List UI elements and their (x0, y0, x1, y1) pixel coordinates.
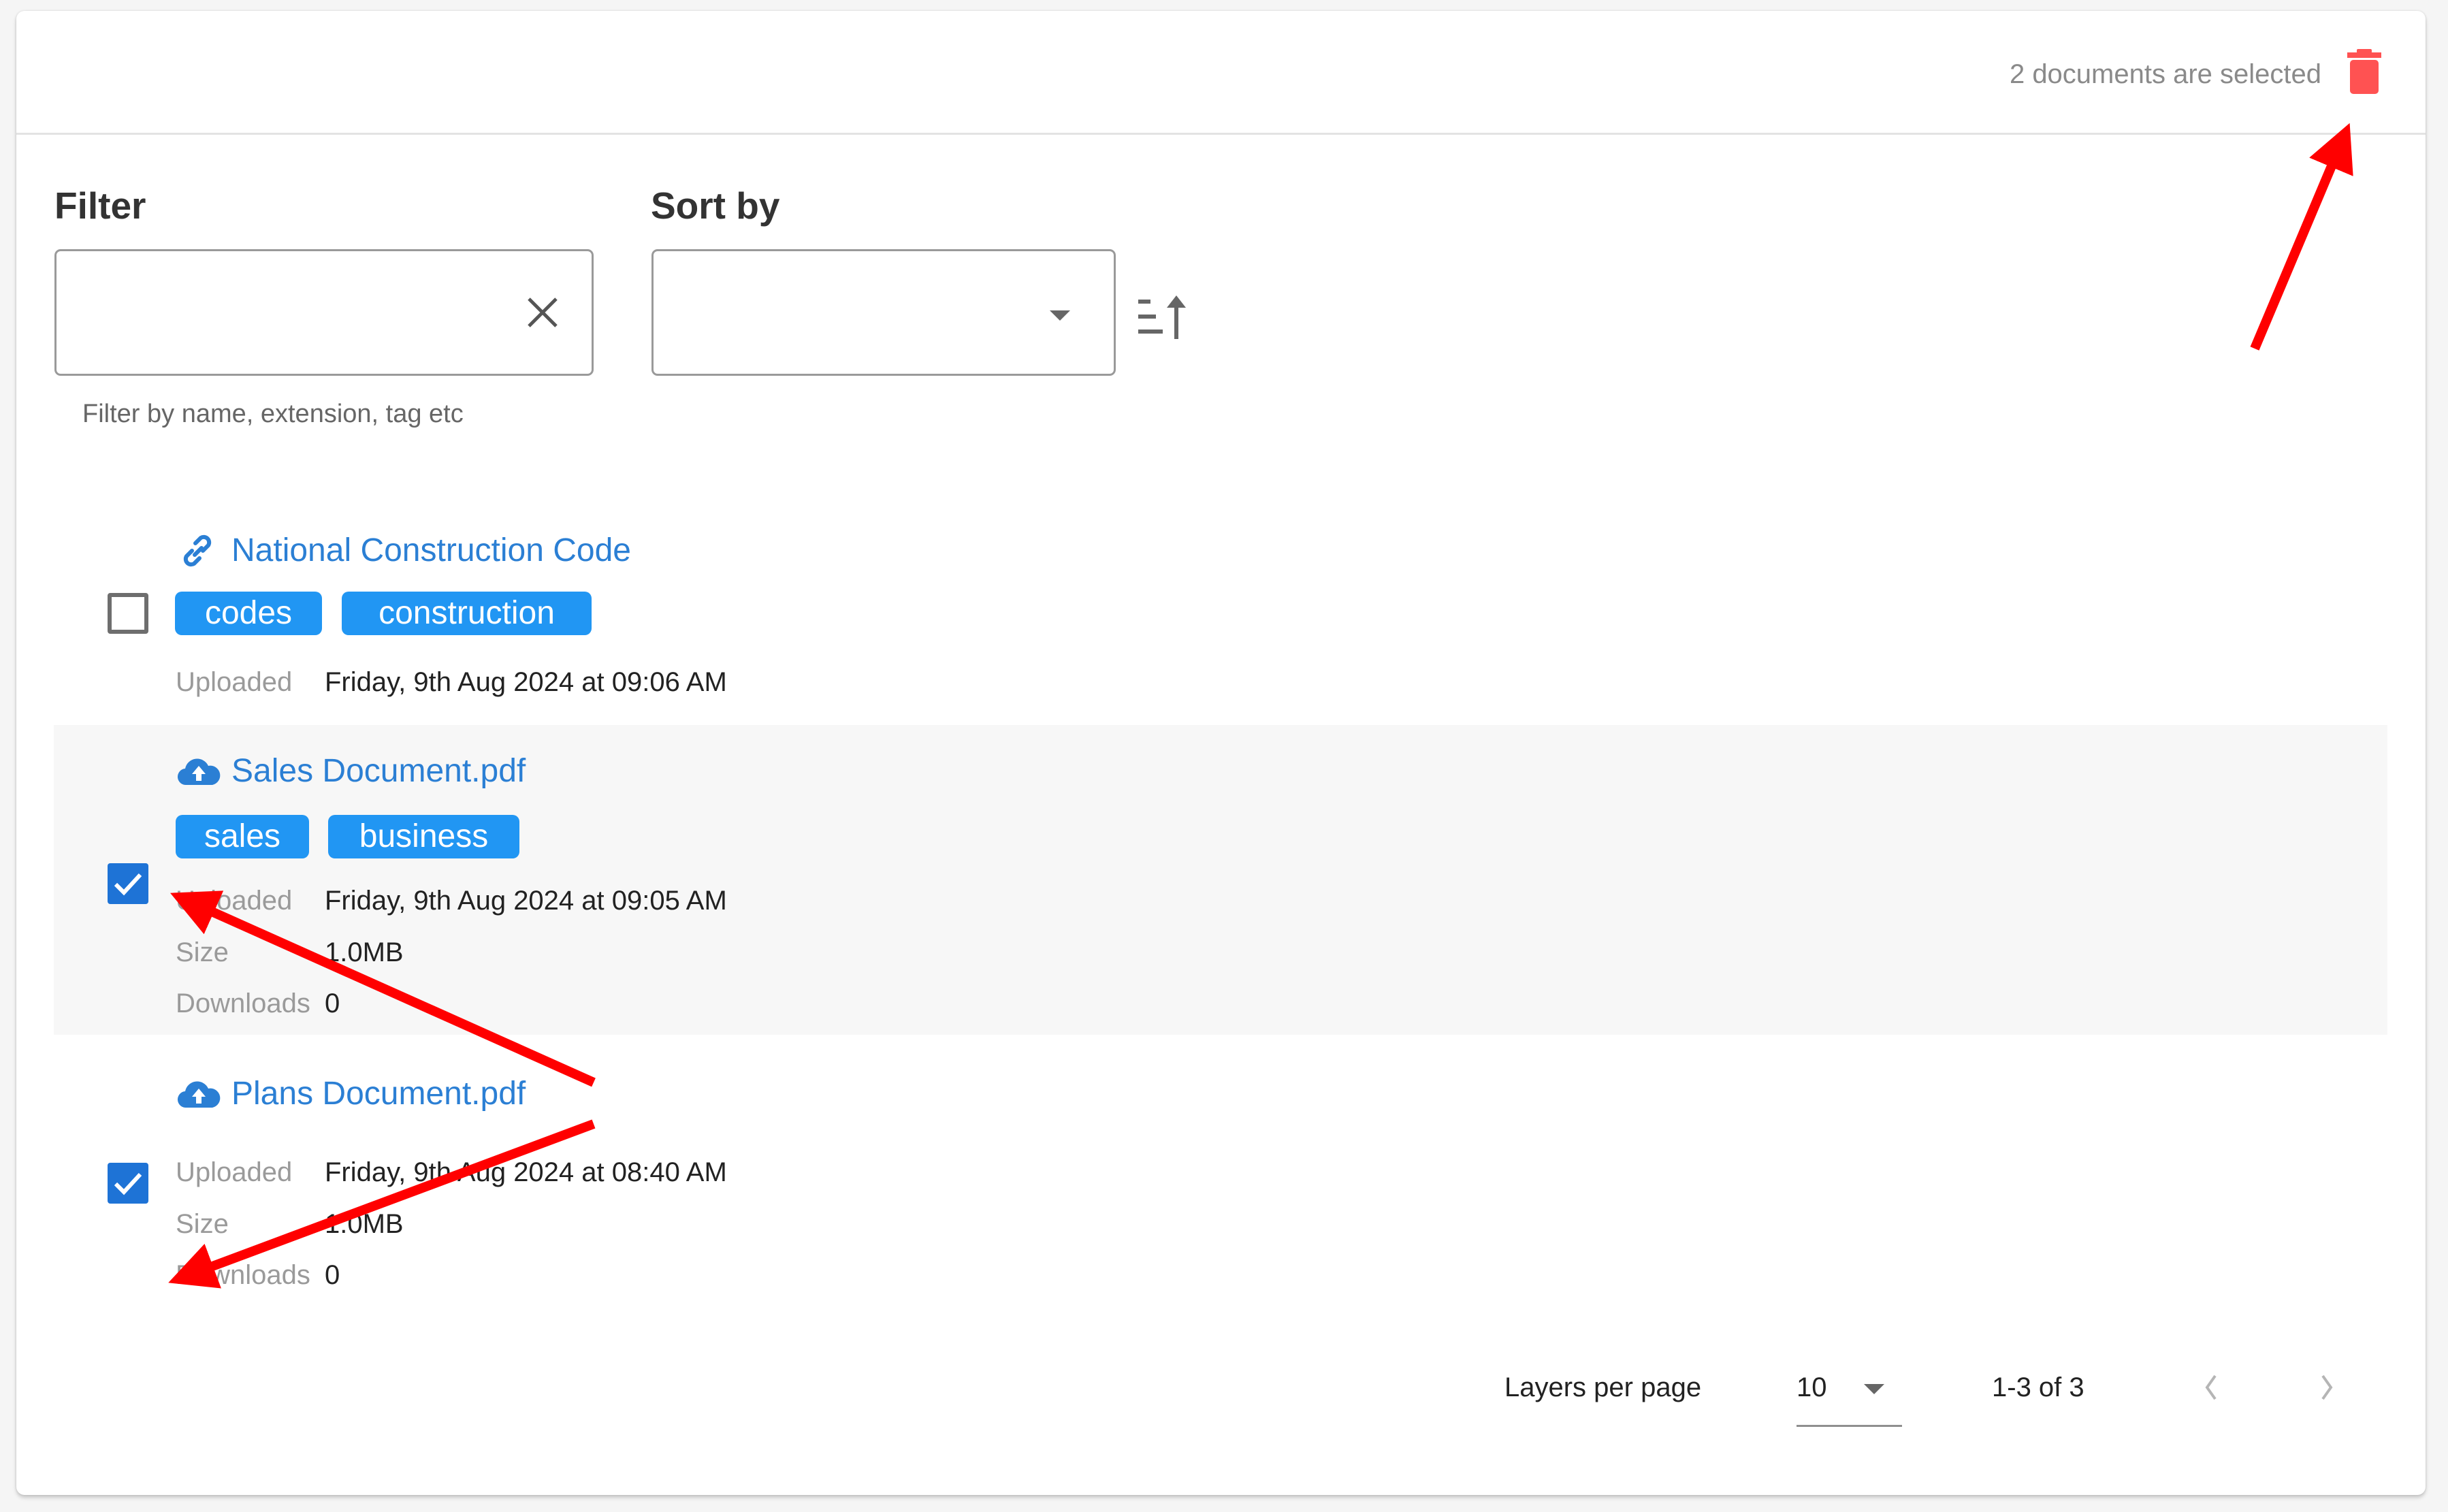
document-title-link[interactable]: National Construction Code (231, 530, 631, 571)
header-divider (16, 133, 2426, 135)
next-page-button[interactable] (2313, 1370, 2340, 1404)
downloads-label: Downloads (176, 988, 310, 1018)
sort-direction-button[interactable] (1137, 294, 1189, 342)
document-2-checkbox[interactable] (108, 863, 148, 904)
document-3-checkbox[interactable] (108, 1163, 148, 1204)
cloud-upload-icon (177, 754, 221, 792)
document-1-checkbox[interactable] (108, 593, 148, 634)
filter-label: Filter (54, 184, 146, 227)
per-page-underline (1797, 1425, 1902, 1427)
trash-icon (2347, 49, 2381, 94)
uploaded-label: Uploaded (176, 1157, 293, 1187)
uploaded-value: Friday, 9th Aug 2024 at 08:40 AM (325, 1157, 727, 1187)
close-icon (528, 297, 558, 327)
checkmark-icon (114, 873, 142, 896)
downloads-label: Downloads (176, 1260, 310, 1290)
filter-helper-text: Filter by name, extension, tag etc (82, 400, 464, 428)
downloads-value: 0 (325, 988, 340, 1018)
prev-page-button[interactable] (2197, 1370, 2225, 1404)
per-page-select[interactable]: 10 (1797, 1370, 1827, 1404)
filter-field[interactable] (54, 249, 594, 376)
sort-label: Sort by (651, 184, 780, 227)
cloud-upload-icon (177, 1076, 221, 1114)
page-range-text: 1-3 of 3 (1992, 1372, 2084, 1402)
uploaded-label: Uploaded (176, 667, 293, 697)
link-icon (178, 532, 216, 570)
uploaded-value: Friday, 9th Aug 2024 at 09:05 AM (325, 886, 727, 916)
tag-chip[interactable]: codes (175, 592, 322, 635)
per-page-label: Layers per page (1504, 1372, 1702, 1402)
size-label: Size (176, 1209, 229, 1239)
sort-select[interactable] (651, 249, 1116, 376)
document-title-link[interactable]: Sales Document.pdf (231, 751, 526, 792)
uploaded-label: Uploaded (176, 886, 293, 916)
clear-filter-button[interactable] (524, 293, 562, 332)
caret-down-icon (1050, 310, 1070, 321)
filter-input[interactable] (77, 285, 488, 341)
size-label: Size (176, 937, 229, 967)
size-value: 1.0MB (325, 1209, 404, 1239)
caret-down-icon[interactable] (1864, 1384, 1884, 1394)
chevron-left-icon (2205, 1374, 2217, 1400)
uploaded-value: Friday, 9th Aug 2024 at 09:06 AM (325, 667, 727, 697)
sort-ascending-icon (1138, 295, 1186, 339)
tag-chip[interactable]: construction (342, 592, 592, 635)
size-value: 1.0MB (325, 937, 404, 967)
tag-chip[interactable]: business (328, 815, 519, 858)
chevron-right-icon (2321, 1374, 2333, 1400)
checkmark-icon (114, 1172, 142, 1195)
selection-status-text: 2 documents are selected (2009, 59, 2321, 89)
document-title-link[interactable]: Plans Document.pdf (231, 1074, 526, 1114)
tag-chip[interactable]: sales (176, 815, 309, 858)
delete-button[interactable] (2346, 49, 2383, 95)
downloads-value: 0 (325, 1260, 340, 1290)
